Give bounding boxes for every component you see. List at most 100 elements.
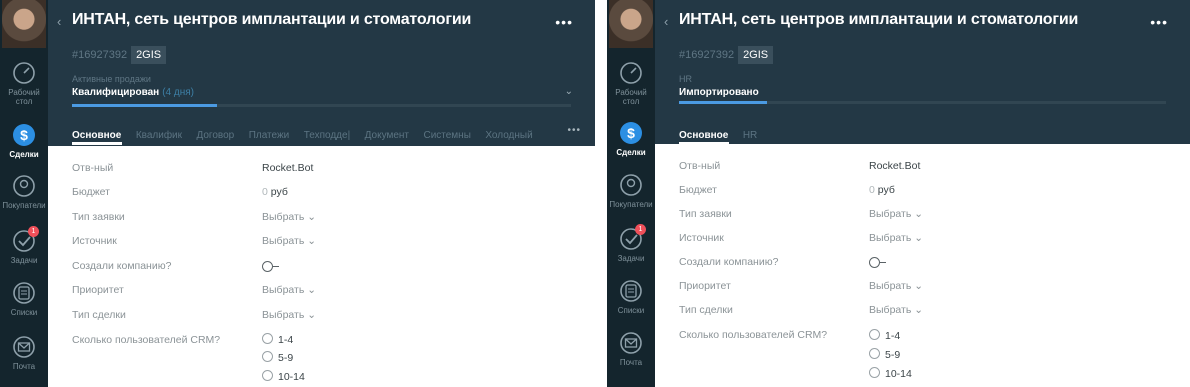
tab-qualification[interactable]: Квалифик	[136, 129, 182, 143]
nav-label-tasks: Задачи	[617, 254, 645, 263]
pipeline-status[interactable]: Квалифицирован (4 дня)	[72, 87, 194, 98]
nav-dashboard[interactable]: Рабочий стол	[607, 60, 655, 106]
lead-tag[interactable]: 2GIS	[738, 46, 774, 64]
field-label: Создали компанию?	[679, 256, 779, 268]
pipeline-name[interactable]: Активные продажи	[72, 74, 151, 84]
panel-separator	[595, 0, 607, 387]
nav-customers[interactable]: Покупатели	[0, 173, 48, 210]
field-source: Источник Выбрать ⌄	[72, 235, 585, 251]
tab-documents[interactable]: Документ	[365, 129, 409, 143]
field-label: Сколько пользователей CRM?	[72, 334, 221, 346]
nav-lists[interactable]: Списки	[607, 278, 655, 315]
field-company-created: Создали компанию?	[72, 260, 585, 276]
tab-hr[interactable]: HR	[743, 129, 757, 143]
field-source: Источник Выбрать ⌄	[679, 232, 1180, 248]
field-deal-type: Тип сделки Выбрать ⌄	[679, 304, 1180, 320]
avatar[interactable]	[2, 0, 46, 48]
source-select[interactable]: Выбрать ⌄	[262, 235, 316, 247]
request-type-select[interactable]: Выбрать ⌄	[869, 208, 923, 220]
lead-header: ‹ ИНТАН, сеть центров имплантации и стом…	[655, 0, 1190, 145]
nav-customers[interactable]: Покупатели	[607, 172, 655, 209]
nav-label-customers: Покупатели	[609, 200, 653, 209]
tab-main[interactable]: Основное	[679, 129, 728, 143]
nav-mail[interactable]: Почта	[607, 330, 655, 367]
nav-deals[interactable]: $ Сделки	[607, 120, 655, 157]
field-priority: Приоритет Выбрать ⌄	[72, 284, 585, 300]
status-progress-track	[679, 101, 1166, 104]
status-label: Импортировано	[679, 87, 759, 98]
mail-icon	[13, 336, 35, 358]
back-icon[interactable]: ‹	[57, 14, 61, 29]
back-icon[interactable]: ‹	[664, 14, 668, 29]
tab-contract[interactable]: Договор	[196, 129, 234, 143]
company-created-toggle[interactable]	[262, 260, 279, 272]
chevron-down-icon[interactable]: ⌄	[565, 86, 573, 97]
field-label: Отв-ный	[72, 162, 114, 174]
lead-tag[interactable]: 2GIS	[131, 46, 167, 64]
tasks-badge: 1	[28, 226, 39, 237]
more-icon[interactable]: •••	[1150, 14, 1168, 30]
deal-type-select[interactable]: Выбрать ⌄	[262, 309, 316, 321]
pipeline-status[interactable]: Импортировано	[679, 87, 759, 98]
field-crm-users: Сколько пользователей CRM?	[679, 329, 1180, 345]
lead-title[interactable]: ИНТАН, сеть центров имплантации и стомат…	[679, 11, 1078, 29]
sidebar: Рабочий стол $ Сделки Покупатели 1 Задач…	[0, 0, 48, 387]
radio-option[interactable]: 1-4	[262, 333, 293, 346]
nav-label-lists: Списки	[10, 308, 38, 317]
budget-amount: 0	[262, 186, 268, 198]
radio-option[interactable]: 1-4	[869, 329, 900, 342]
deal-type-select[interactable]: Выбрать ⌄	[869, 304, 923, 316]
lead-id: #16927392	[72, 49, 128, 61]
tab-payments[interactable]: Платежи	[249, 129, 290, 143]
budget-value[interactable]: 0 руб	[262, 186, 288, 198]
source-select[interactable]: Выбрать ⌄	[869, 232, 923, 244]
chevron-down-icon: ⌄	[307, 235, 317, 247]
chevron-down-icon: ⌄	[914, 280, 924, 292]
priority-select[interactable]: Выбрать ⌄	[869, 280, 923, 292]
nav-label-deals: Сделки	[616, 148, 646, 157]
request-type-select[interactable]: Выбрать ⌄	[262, 211, 316, 223]
nav-label-customers: Покупатели	[2, 201, 46, 210]
status-progress-fill	[679, 101, 767, 104]
chevron-down-icon: ⌄	[307, 211, 317, 223]
tab-cold[interactable]: Холодный	[485, 129, 532, 143]
tab-active-underline	[72, 142, 122, 145]
radio-option[interactable]: 5-9	[869, 348, 900, 361]
lead-title[interactable]: ИНТАН, сеть центров имплантации и стомат…	[72, 11, 471, 29]
field-request-type: Тип заявки Выбрать ⌄	[679, 208, 1180, 224]
tab-main[interactable]: Основное	[72, 129, 121, 143]
tab-system[interactable]: Системны	[423, 129, 470, 143]
field-label: Тип заявки	[72, 211, 125, 223]
avatar[interactable]	[609, 0, 653, 48]
nav-deals[interactable]: $ Сделки	[0, 122, 48, 159]
tabs-more-icon[interactable]: •••	[567, 125, 581, 136]
tab-support[interactable]: Техподде|	[304, 129, 350, 143]
field-value[interactable]: Rocket.Bot	[869, 160, 920, 172]
company-created-toggle[interactable]	[869, 256, 886, 268]
more-icon[interactable]: •••	[555, 14, 573, 30]
field-budget: Бюджет 0 руб	[72, 186, 585, 202]
lists-icon	[13, 282, 35, 304]
radio-option[interactable]: 10-14	[262, 370, 305, 383]
nav-label-mail: Почта	[619, 358, 643, 367]
lead-id: #16927392	[679, 49, 735, 61]
sidebar: Рабочий стол $ Сделки Покупатели 1 Задач…	[607, 0, 655, 387]
nav-mail[interactable]: Почта	[0, 334, 48, 371]
fields-panel: Отв-ный Rocket.Bot Бюджет 0 руб Тип заяв…	[48, 146, 595, 387]
status-label: Квалифицирован	[72, 87, 160, 98]
field-value[interactable]: Rocket.Bot	[262, 162, 313, 174]
radio-option[interactable]: 5-9	[262, 351, 293, 364]
field-label: Тип сделки	[679, 304, 733, 316]
budget-value[interactable]: 0 руб	[869, 184, 895, 196]
nav-label-tasks: Задачи	[10, 256, 38, 265]
priority-select[interactable]: Выбрать ⌄	[262, 284, 316, 296]
nav-dashboard[interactable]: Рабочий стол	[0, 60, 48, 106]
pipeline-name[interactable]: HR	[679, 74, 692, 84]
nav-lists[interactable]: Списки	[0, 280, 48, 317]
field-crm-users: Сколько пользователей CRM?	[72, 334, 585, 350]
nav-tasks[interactable]: 1 Задачи	[0, 226, 48, 265]
radio-option[interactable]: 10-14	[869, 367, 912, 380]
field-label: Источник	[72, 235, 117, 247]
nav-tasks[interactable]: 1 Задачи	[607, 224, 655, 263]
field-budget: Бюджет 0 руб	[679, 184, 1180, 200]
